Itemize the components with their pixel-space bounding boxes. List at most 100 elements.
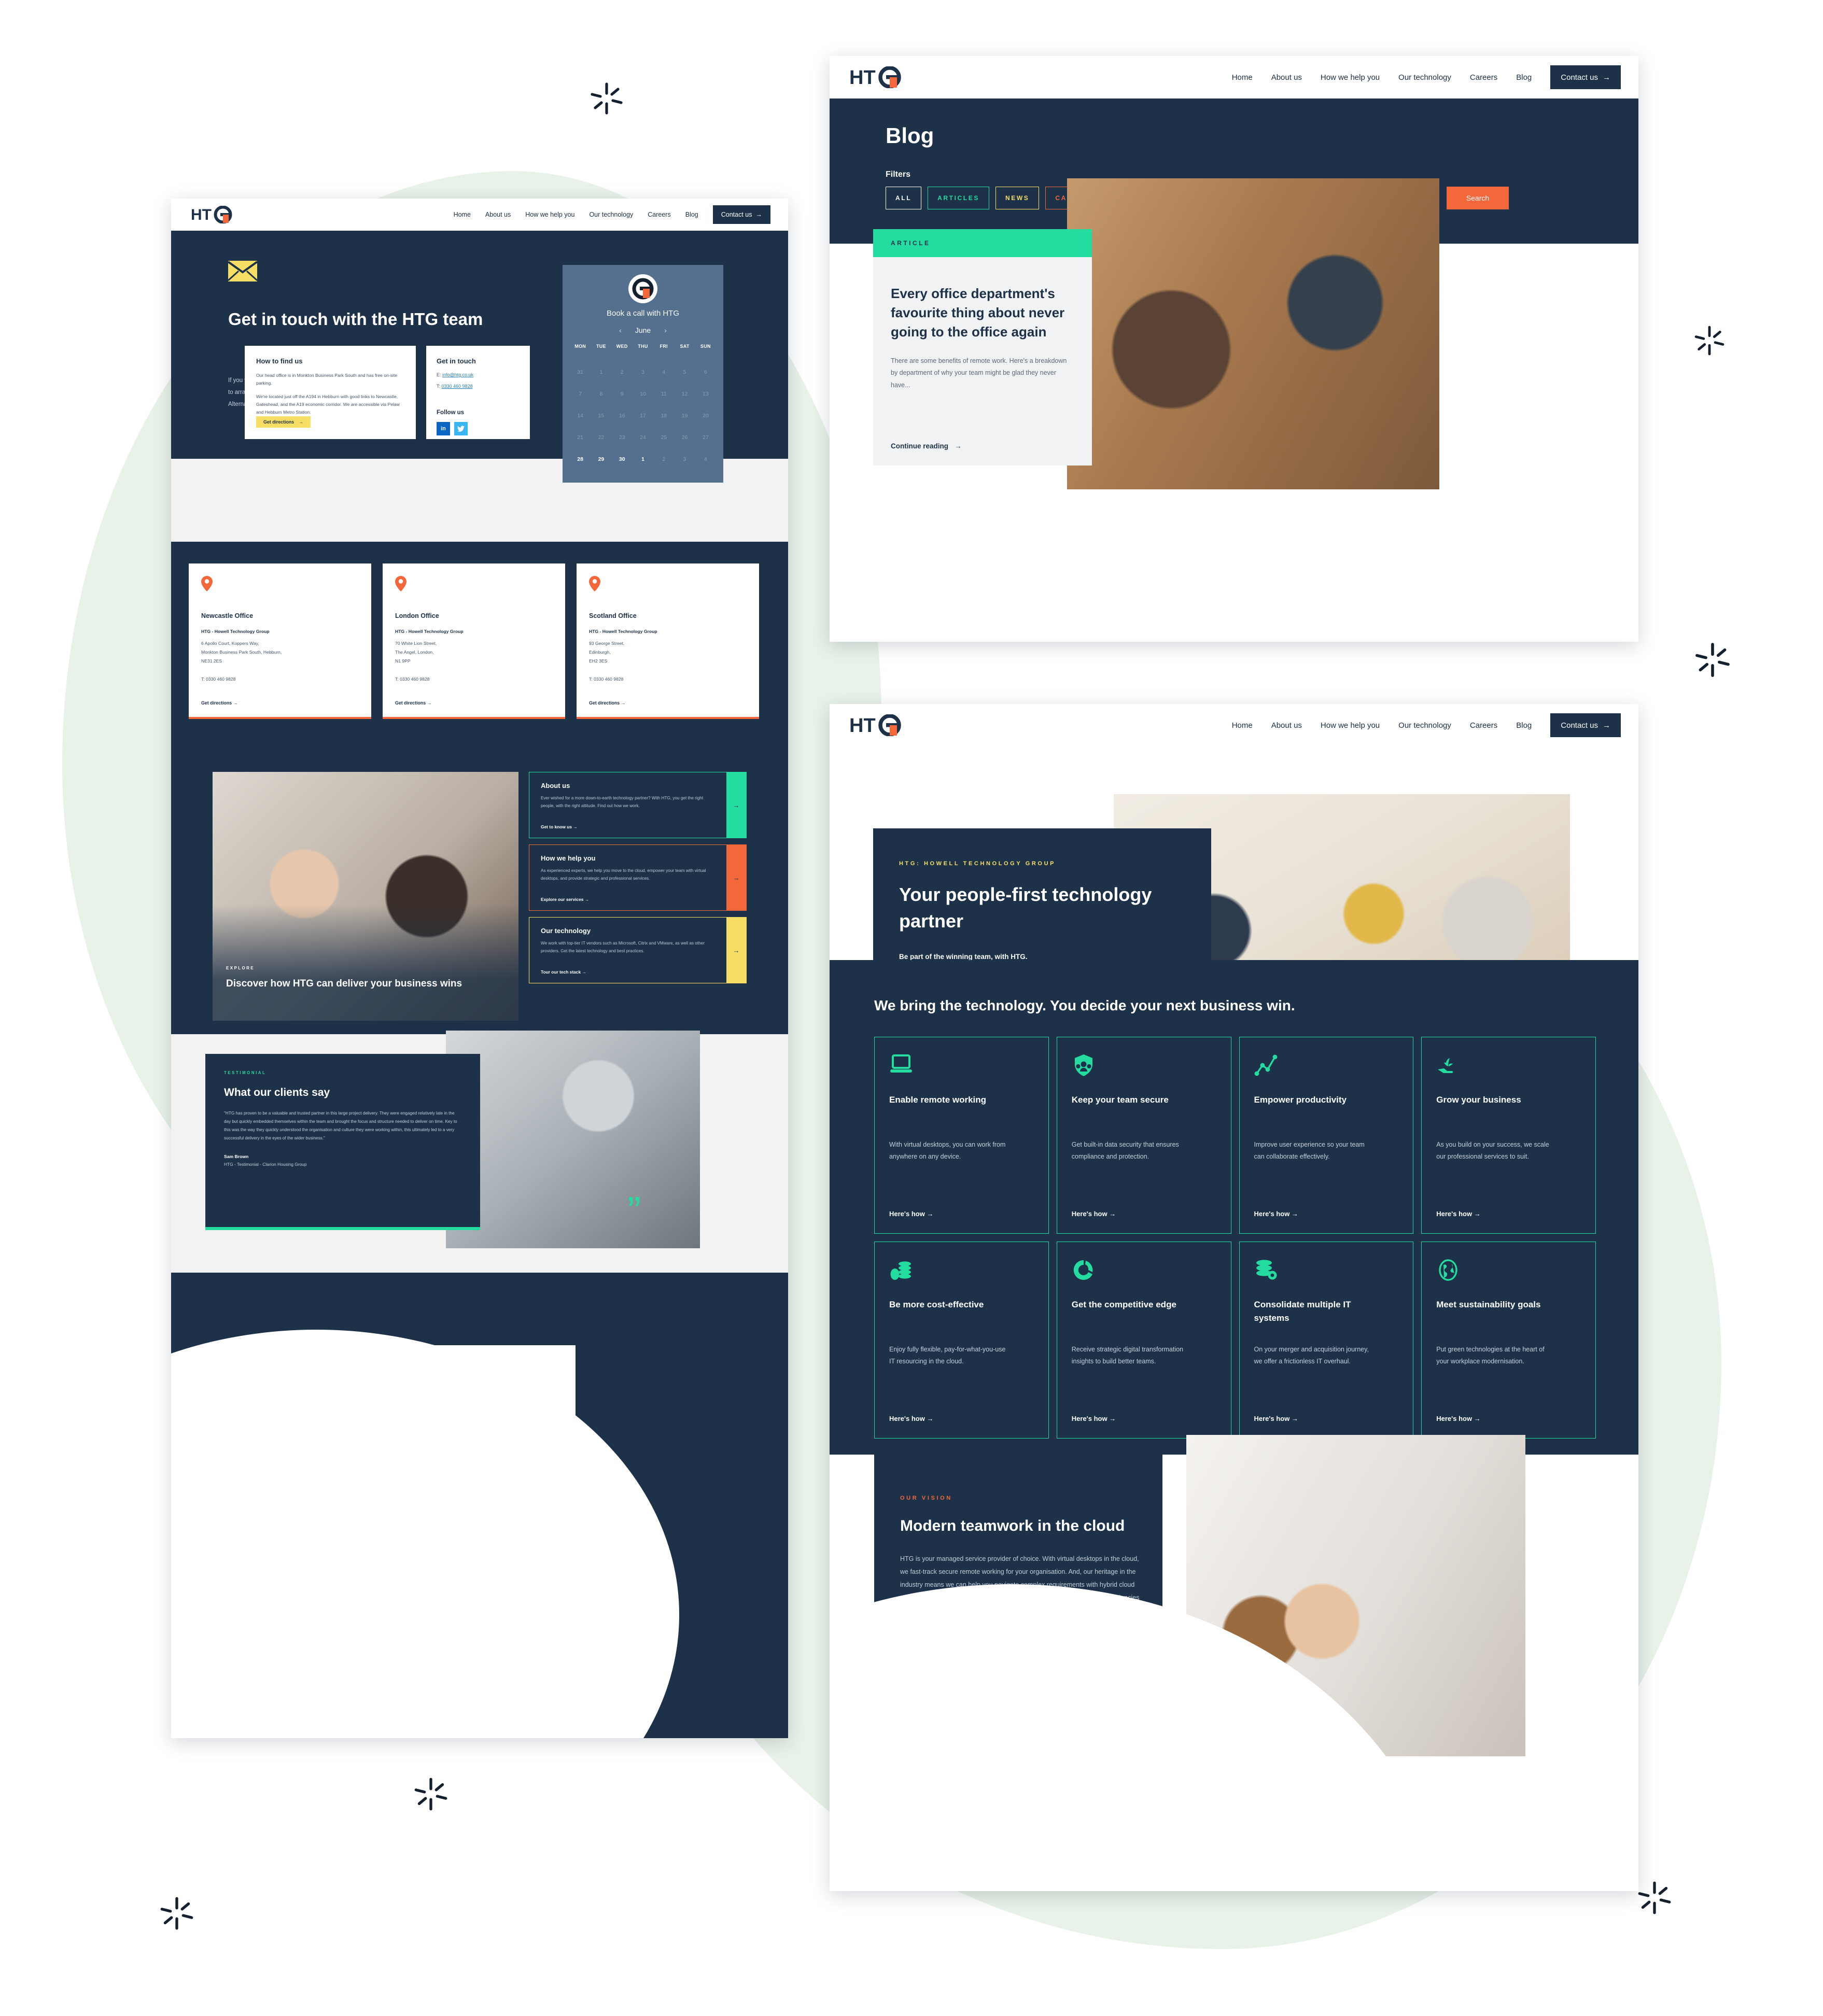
nav-item-blog[interactable]: Blog [685,211,698,218]
calendar-day-cell[interactable]: 1 [591,369,611,375]
get-directions-link[interactable]: Get directions → [395,700,431,706]
nav-item-blog[interactable]: Blog [1516,721,1532,730]
benefit-link[interactable]: Here's how → [1072,1415,1116,1422]
nav-item-home[interactable]: Home [1232,73,1253,82]
filter-button-all[interactable]: ALL [886,187,922,209]
benefit-card[interactable]: Be more cost-effective Enjoy fully flexib… [874,1242,1049,1439]
calendar-day-cell[interactable]: 31 [570,369,591,375]
calendar-day-cell[interactable]: 7 [570,391,591,397]
nav-item-careers[interactable]: Careers [1470,721,1497,730]
benefit-card[interactable]: Keep your team secure Get built-in data s… [1056,1037,1231,1234]
promo-card[interactable]: How we help you As experienced experts, w… [529,844,747,911]
calendar-prev-month-button[interactable]: ‹ [619,326,622,334]
calendar-day-cell[interactable]: 24 [633,434,653,441]
nav-item-our-technology[interactable]: Our technology [589,211,633,218]
calendar-day-cell[interactable]: 15 [591,413,611,419]
calendar-day-cell[interactable]: 20 [695,413,716,419]
calendar-day-cell[interactable]: 3 [633,369,653,375]
calendar-day-cell[interactable]: 23 [612,434,633,441]
calendar-day-cell[interactable]: 28 [570,456,591,462]
calendar-day-cell[interactable]: 16 [612,413,633,419]
calendar-day-cell[interactable]: 2 [653,456,674,462]
promo-card-arrow-panel[interactable]: → [726,918,746,983]
calendar-next-month-button[interactable]: › [664,326,667,334]
benefit-card[interactable]: Empower productivity Improve user experie… [1239,1037,1414,1234]
booking-calendar[interactable]: Book a call with HTG ‹ June › MON TUE WE… [563,265,723,483]
search-button[interactable]: Search [1447,187,1509,209]
calendar-day-cell[interactable]: 3 [674,456,695,462]
contact-us-button[interactable]: Contact us → [712,205,770,224]
benefit-card[interactable]: Grow your business As you build on your s… [1421,1037,1596,1234]
nav-item-home[interactable]: Home [454,211,471,218]
htg-logo[interactable]: HT [191,206,233,223]
twitter-icon[interactable] [454,422,468,435]
calendar-day-cell[interactable]: 19 [674,413,695,419]
promo-card-arrow-panel[interactable]: → [726,845,746,910]
benefit-link[interactable]: Here's how → [1436,1415,1480,1422]
calendar-day-cell[interactable]: 8 [591,391,611,397]
promo-card[interactable]: About us Ever wished for a more down-to-e… [529,772,747,838]
nav-item-how-we-help-you[interactable]: How we help you [525,211,574,218]
promo-card-link[interactable]: Explore our services → [541,897,589,902]
calendar-day-cell[interactable]: 13 [695,391,716,397]
linkedin-icon[interactable]: in [437,422,450,435]
calendar-day-cell[interactable]: 4 [653,369,674,375]
nav-item-home[interactable]: Home [1232,721,1253,730]
email-link[interactable]: info@htg.co.uk [442,372,473,377]
benefit-link[interactable]: Here's how → [1072,1210,1116,1218]
htg-logo[interactable]: HT [849,66,902,88]
calendar-day-cell[interactable]: 21 [570,434,591,441]
calendar-day-cell[interactable]: 14 [570,413,591,419]
nav-item-how-we-help-you[interactable]: How we help you [1321,721,1380,730]
phone-link[interactable]: 0330 460 9828 [442,384,473,389]
contact-us-button[interactable]: Contact us → [1550,713,1621,737]
promo-card[interactable]: Our technology We work with top-tier IT v… [529,917,747,983]
calendar-day-cell[interactable]: 17 [633,413,653,419]
benefit-link[interactable]: Here's how → [1254,1415,1298,1422]
get-directions-button[interactable]: Get directions → [256,416,311,428]
calendar-day-cell[interactable]: 11 [653,391,674,397]
continue-reading-link[interactable]: Continue reading → [891,442,962,450]
calendar-day-cell[interactable]: 1 [633,456,653,462]
calendar-day-cell[interactable]: 6 [695,369,716,375]
calendar-day-cell[interactable]: 4 [695,456,716,462]
calendar-day-cell[interactable]: 25 [653,434,674,441]
promo-card-arrow-panel[interactable]: → [726,772,746,838]
benefit-link[interactable]: Here's how → [889,1415,933,1422]
calendar-day-cell[interactable]: 2 [612,369,633,375]
benefit-card[interactable]: Meet sustainability goals Put green techn… [1421,1242,1596,1439]
calendar-day-cell[interactable]: 30 [612,456,633,462]
calendar-day-cell[interactable]: 26 [674,434,695,441]
benefit-card[interactable]: Consolidate multiple IT systems On your m… [1239,1242,1414,1439]
nav-item-careers[interactable]: Careers [648,211,670,218]
nav-item-about-us[interactable]: About us [1271,73,1302,82]
htg-logo[interactable]: HT [849,714,902,736]
calendar-day-cell[interactable]: 18 [653,413,674,419]
contact-us-button[interactable]: Contact us → [1550,65,1621,89]
nav-item-careers[interactable]: Careers [1470,73,1497,82]
get-directions-link[interactable]: Get directions → [201,700,237,706]
calendar-day-cell[interactable]: 5 [674,369,695,375]
calendar-day-grid[interactable]: 31 1 2 3 4 5 6 7 8 9 10 11 12 13 14 15 16 17 18 19 20 21 22 23 2… [570,361,716,470]
benefit-link[interactable]: Here's how → [1254,1210,1298,1218]
nav-item-how-we-help-you[interactable]: How we help you [1321,73,1380,82]
calendar-day-cell[interactable]: 29 [591,456,611,462]
calendar-day-cell[interactable]: 9 [612,391,633,397]
nav-item-blog[interactable]: Blog [1516,73,1532,82]
nav-item-about-us[interactable]: About us [485,211,511,218]
benefit-card[interactable]: Enable remote working With virtual deskto… [874,1037,1049,1234]
nav-item-about-us[interactable]: About us [1271,721,1302,730]
promo-card-link[interactable]: Tour our tech stack → [541,969,586,975]
get-directions-link[interactable]: Get directions → [589,700,625,706]
benefit-link[interactable]: Here's how → [1436,1210,1480,1218]
filter-button-news[interactable]: NEWS [995,187,1040,209]
nav-item-our-technology[interactable]: Our technology [1398,721,1451,730]
calendar-day-cell[interactable]: 22 [591,434,611,441]
featured-post[interactable]: ARTICLE Every office department's favour… [830,178,1638,642]
benefit-card[interactable]: Get the competitive edge Receive strategi… [1056,1242,1231,1439]
promo-card-link[interactable]: Get to know us → [541,824,578,829]
nav-item-our-technology[interactable]: Our technology [1398,73,1451,82]
calendar-day-cell[interactable]: 10 [633,391,653,397]
calendar-day-cell[interactable]: 27 [695,434,716,441]
benefit-link[interactable]: Here's how → [889,1210,933,1218]
